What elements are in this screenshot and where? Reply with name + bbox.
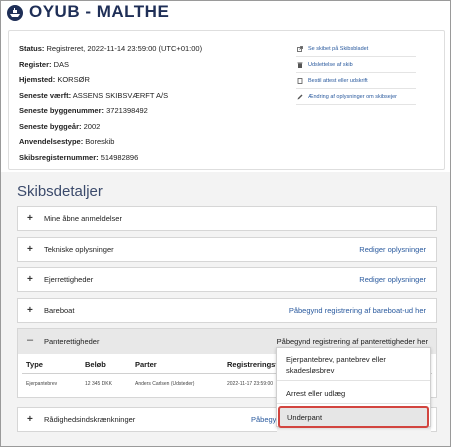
expand-icon: + <box>27 274 33 285</box>
page-title: OYUB - MALTHE <box>29 2 170 21</box>
expand-icon: + <box>27 414 33 425</box>
accordion-edge <box>431 407 437 432</box>
table-cell: 12 345 DKK <box>85 381 112 387</box>
accordion-label: Panterettigheder <box>44 337 100 346</box>
info-hjemsted: Hjemsted: KORSØR <box>19 75 90 84</box>
column-header: Beløb <box>85 360 106 369</box>
trash-icon <box>297 62 303 68</box>
link-aendring-skibsejer-label: Ændring af oplysninger om skibsejer <box>308 94 397 100</box>
info-byggenummer: Seneste byggenummer: 3721398492 <box>19 106 148 115</box>
external-link-icon <box>297 46 303 52</box>
menu-item-arrest[interactable]: Arrest eller udlæg <box>277 388 430 399</box>
link-udslettelse-label: Udslettelse af skib <box>308 62 353 68</box>
register-panteret-link[interactable]: Påbegynd registrering af panterettighede… <box>277 337 428 346</box>
link-bestil-attest[interactable]: Bestil attest eller udskrift <box>296 73 416 89</box>
collapse-icon: – <box>27 334 34 346</box>
link-bestil-attest-label: Bestil attest eller udskrift <box>308 78 368 84</box>
header: OYUB - MALTHE <box>1 1 450 27</box>
expand-icon: + <box>27 305 33 316</box>
menu-item-label: Ejerpantebrev, pantebrev eller <box>286 355 386 364</box>
accordion-tekniske-oplysninger[interactable]: + Tekniske oplysninger Rediger oplysning… <box>17 237 437 262</box>
pencil-icon <box>297 94 303 100</box>
table-cell: Anders Carlsen (Udsteder) <box>135 381 195 387</box>
menu-item-label: Arrest eller udlæg <box>286 389 346 398</box>
accordion-ejerrettigheder[interactable]: + Ejerrettigheder Rediger oplysninger <box>17 267 437 292</box>
document-icon <box>297 78 303 84</box>
info-register: Register: DAS <box>19 59 70 69</box>
action-links: Se skibet på Skibsbladet Udslettelse af … <box>296 41 416 105</box>
window: OYUB - MALTHE Status: Registreret, 2022-… <box>0 0 451 447</box>
ship-info-panel: Status: Registreret, 2022-11-14 23:59:00… <box>8 30 445 170</box>
expand-icon: + <box>27 244 33 255</box>
edit-link[interactable]: Rediger oplysninger <box>359 245 426 254</box>
accordion-label: Mine åbne anmeldelser <box>44 214 122 223</box>
accordion-label: Rådighedsindskrænkninger <box>44 415 136 424</box>
info-skibsregisternummer: Skibsregisternummer: 514982896 <box>19 152 139 162</box>
column-header: Type <box>26 360 43 369</box>
menu-item-ejerpantebrev[interactable]: Ejerpantebrev, pantebrev eller skadesløs… <box>277 354 430 376</box>
info-byggeaar: Seneste byggeår: 2002 <box>19 121 101 131</box>
menu-divider <box>277 403 430 404</box>
link-udslettelse[interactable]: Udslettelse af skib <box>296 57 416 73</box>
expand-icon: + <box>27 213 33 224</box>
table-cell: 2022-11-17 23:59:00 <box>227 381 274 387</box>
info-vaerft: Seneste værft: ASSENS SKIBSVÆRFT A/S <box>19 90 169 100</box>
link-aendring-skibsejer[interactable]: Ændring af oplysninger om skibsejer <box>296 89 416 105</box>
info-anvendelsestype: Anvendelsestype: Boreskib <box>19 137 115 146</box>
link-skibsbladet-label: Se skibet på Skibsbladet <box>308 46 369 52</box>
info-status: Status: Registreret, 2022-11-14 23:59:00… <box>19 44 203 53</box>
section-title: Skibsdetaljer <box>17 183 103 200</box>
column-header: Registreringst <box>227 360 278 369</box>
accordion-bareboat[interactable]: + Bareboat Påbegynd registrering af bare… <box>17 298 437 323</box>
menu-item-underpant[interactable]: Underpant <box>278 406 429 428</box>
accordion-label: Bareboat <box>44 306 75 315</box>
menu-divider <box>277 380 430 381</box>
ship-icon <box>7 5 23 21</box>
accordion-label: Ejerrettigheder <box>44 275 94 284</box>
menu-item-label: skadesløsbrev <box>286 366 335 375</box>
link-skibsbladet[interactable]: Se skibet på Skibsbladet <box>296 41 416 57</box>
registration-type-menu: Ejerpantebrev, pantebrev eller skadesløs… <box>276 347 431 428</box>
column-header: Parter <box>135 360 157 369</box>
accordion-mine-anmeldelser[interactable]: + Mine åbne anmeldelser <box>17 206 437 231</box>
register-bareboat-link[interactable]: Påbegynd registrering af bareboat-ud her <box>289 306 426 315</box>
accordion-label: Tekniske oplysninger <box>44 245 114 254</box>
menu-item-label: Underpant <box>287 413 323 422</box>
table-cell: Ejerpantebrev <box>26 381 58 387</box>
edit-link[interactable]: Rediger oplysninger <box>359 275 426 284</box>
accordion-raadighedsindskraenkninger[interactable]: + Rådighedsindskrænkninger Påbegyn <box>17 407 281 432</box>
